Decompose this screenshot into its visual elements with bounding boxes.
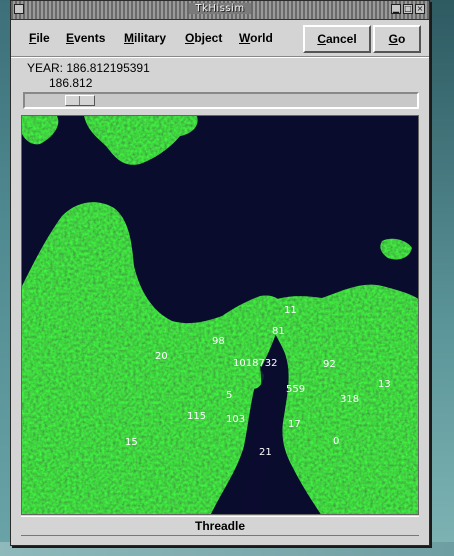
region-label[interactable]: 92 <box>323 359 336 370</box>
region-label[interactable]: 20 <box>155 351 168 362</box>
year-slider[interactable] <box>23 92 419 109</box>
region-label[interactable]: 81 <box>272 326 285 337</box>
region-label[interactable]: 21 <box>259 447 272 458</box>
close-icon[interactable]: × <box>415 4 425 14</box>
minimize-icon[interactable]: ▁ <box>391 4 401 14</box>
region-label[interactable]: 559 <box>286 384 305 395</box>
menu-object[interactable]: Object <box>185 31 222 45</box>
go-button[interactable]: Go <box>373 25 421 53</box>
menu-military[interactable]: Military <box>124 31 166 45</box>
region-label[interactable]: 103 <box>226 414 245 425</box>
cancel-button[interactable]: Cancel <box>303 25 371 53</box>
menu-file[interactable]: File <box>29 31 50 45</box>
menu-bar: File Events Military Object World Cancel… <box>11 20 429 56</box>
region-label[interactable]: 115 <box>187 411 206 422</box>
region-label[interactable]: 1018732 <box>233 358 278 369</box>
region-label[interactable]: 318 <box>340 394 359 405</box>
slider-thumb[interactable] <box>65 95 95 106</box>
terrain-layer <box>22 116 418 514</box>
maximize-icon[interactable]: □ <box>403 4 413 14</box>
status-bar: Threadle <box>21 516 419 536</box>
year-value: 186.812 <box>49 76 93 90</box>
world-map[interactable]: 11 81 98 20 1018732 92 5 559 13 318 115 … <box>21 115 419 515</box>
region-label[interactable]: 98 <box>212 336 225 347</box>
app-window: TkHissim ▁ □ × File Events Military Obje… <box>10 0 430 546</box>
title-bar[interactable]: TkHissim ▁ □ × <box>11 1 429 20</box>
menu-events[interactable]: Events <box>66 31 105 45</box>
region-label[interactable]: 11 <box>284 305 297 316</box>
menu-separator <box>11 56 429 58</box>
region-label[interactable]: 17 <box>288 419 301 430</box>
year-label: YEAR: 186.812195391 <box>27 61 150 75</box>
region-label[interactable]: 0 <box>333 436 339 447</box>
region-label[interactable]: 15 <box>125 437 138 448</box>
region-label[interactable]: 13 <box>378 379 391 390</box>
window-title: TkHissim <box>189 3 251 14</box>
menu-world[interactable]: World <box>239 31 273 45</box>
region-label[interactable]: 5 <box>226 390 232 401</box>
